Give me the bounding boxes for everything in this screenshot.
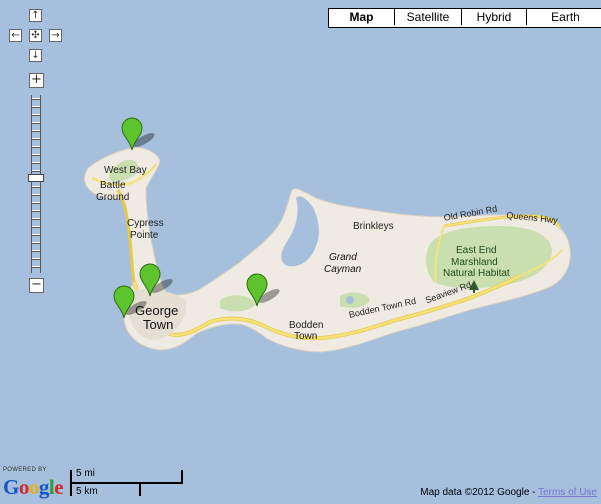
label-cypress-line2: Pointe [130, 230, 159, 241]
label-battle-ground-line1: Battle [100, 180, 126, 191]
logo-letter: o [28, 475, 40, 499]
map-tiles [0, 0, 601, 504]
pan-left-button[interactable]: ← [9, 29, 22, 42]
zoom-slider-track[interactable] [31, 95, 41, 273]
grand-cayman-pond [346, 296, 354, 304]
pan-down-button[interactable]: ↓ [29, 49, 42, 62]
label-east-end-line1: East End [456, 245, 497, 256]
label-grand-cayman-line2: Cayman [324, 264, 362, 275]
arrow-up-icon: ↑ [31, 10, 40, 21]
attribution-text: Map data ©2012 Google - [420, 487, 539, 498]
scale-kilometers-label: 5 km [76, 486, 98, 497]
scale-tick [139, 483, 141, 496]
map-attribution: Map data ©2012 Google - Terms of Use [420, 487, 597, 498]
google-logo[interactable]: Google [3, 475, 64, 500]
logo-letter: o [18, 475, 30, 499]
label-grand-cayman-line1: Grand [329, 252, 357, 263]
arrow-left-icon: ← [11, 30, 20, 41]
label-george-town-line1: George [135, 303, 179, 318]
powered-by-label: POWERED BY [3, 467, 47, 473]
scale-miles-label: 5 mi [76, 468, 95, 479]
label-brinkleys: Brinkleys [353, 221, 394, 232]
map-type-map-button[interactable]: Map [329, 9, 394, 25]
label-east-end-line2: Marshland [451, 257, 498, 268]
label-george-town-line2: Town [143, 317, 174, 332]
map-type-satellite-button[interactable]: Satellite [394, 9, 461, 25]
map-type-earth-button[interactable]: Earth [526, 9, 601, 25]
map-type-selector: Map Satellite Hybrid Earth [328, 8, 601, 28]
map-canvas[interactable]: ↑ ← ✣ → ↓ + − Map Satellite Hybrid Earth… [0, 0, 601, 504]
zoom-out-button[interactable]: − [29, 278, 44, 293]
label-east-end-line3: Natural Habitat [443, 268, 510, 279]
label-west-bay: West Bay [104, 165, 147, 176]
zoom-in-button[interactable]: + [29, 73, 44, 88]
scale-bar [70, 482, 183, 484]
pan-up-button[interactable]: ↑ [29, 9, 42, 22]
logo-letter: G [3, 475, 19, 499]
arrow-right-icon: → [51, 30, 60, 41]
label-battle-ground-line2: Ground [96, 192, 130, 203]
label-cypress-line1: Cypress [127, 218, 164, 229]
minus-icon: − [31, 277, 42, 292]
zoom-slider-thumb[interactable] [28, 174, 44, 182]
center-icon: ✣ [31, 30, 40, 41]
terms-of-use-link[interactable]: Terms of Use [538, 487, 597, 498]
map-type-hybrid-button[interactable]: Hybrid [461, 9, 526, 25]
pan-right-button[interactable]: → [49, 29, 62, 42]
arrow-down-icon: ↓ [31, 50, 40, 61]
plus-icon: + [31, 72, 42, 87]
label-bodden-town-line1: Bodden [289, 320, 324, 331]
logo-letter: g [38, 475, 50, 499]
pan-center-button[interactable]: ✣ [29, 29, 42, 42]
label-bodden-town-line2: Town [294, 331, 318, 342]
logo-letter: e [54, 475, 64, 499]
